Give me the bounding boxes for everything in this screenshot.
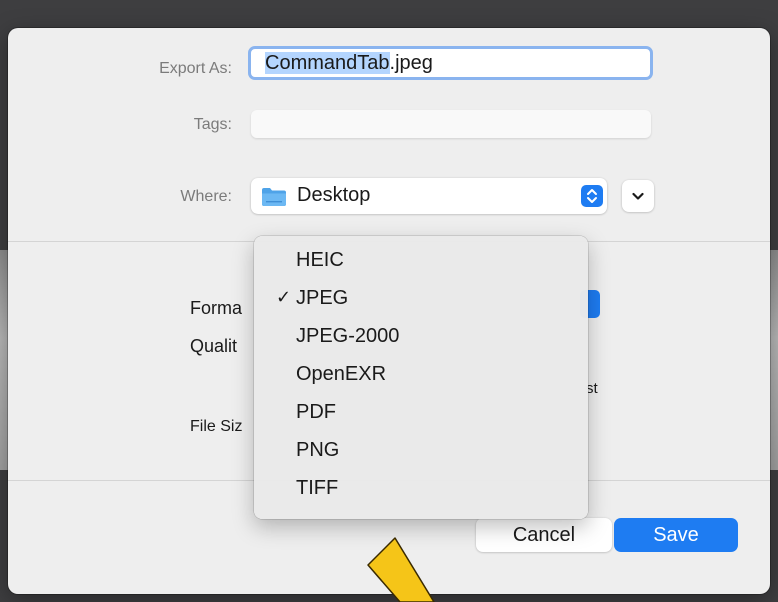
menu-item-jpeg-2000[interactable]: JPEG-2000 [254, 320, 588, 356]
up-down-chevron-icon [581, 185, 603, 207]
menu-item-pdf[interactable]: PDF [254, 396, 588, 432]
where-label: Where: [180, 188, 232, 205]
format-label: Forma [190, 298, 243, 318]
menu-item-heic[interactable]: HEIC [254, 244, 588, 280]
menu-item-openexr[interactable]: OpenEXR [254, 358, 588, 394]
menu-item-png[interactable]: PNG [254, 434, 588, 470]
tags-input[interactable] [251, 110, 651, 138]
cancel-button[interactable]: Cancel [476, 518, 612, 552]
menu-item-tiff[interactable]: TIFF [254, 472, 588, 508]
where-value: Desktop [297, 184, 371, 206]
filename-selected-text: CommandTab [265, 52, 390, 74]
menu-item-jpeg[interactable]: ✓ JPEG [254, 282, 588, 318]
quality-label: Qualit [190, 336, 238, 356]
folder-icon [262, 188, 286, 206]
filename-input[interactable]: CommandTab.jpeg [248, 46, 653, 80]
checkmark-icon: ✓ [276, 287, 292, 307]
file-size-label: File Siz [190, 418, 243, 435]
where-popup-button[interactable]: Desktop [251, 178, 607, 214]
tags-label: Tags: [193, 116, 232, 133]
filename-extension: .jpeg [389, 52, 433, 74]
save-button[interactable]: Save [614, 518, 738, 552]
chevron-down-icon [632, 192, 644, 200]
export-as-label: Export As: [159, 60, 232, 77]
format-dropdown-menu: HEIC ✓ JPEG JPEG-2000 OpenEXR PDF PNG TI… [254, 236, 588, 519]
expand-button[interactable] [622, 180, 654, 212]
